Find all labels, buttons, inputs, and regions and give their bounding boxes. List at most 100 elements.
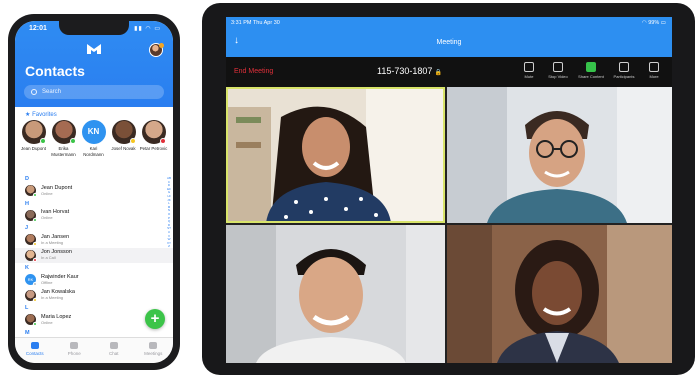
tablet-device: 3:31 PM Thu Apr 30 ◠ 99% ▭ ↓ Meeting End…: [202, 3, 695, 375]
contact-avatar: [25, 209, 37, 222]
add-contact-button[interactable]: +: [145, 309, 165, 329]
tab-phone[interactable]: Phone: [55, 338, 95, 363]
contact-row[interactable]: Jan Jansen In a Meeting: [15, 232, 173, 248]
section-letter: M: [25, 329, 30, 336]
tab-contacts[interactable]: Contacts: [15, 338, 55, 363]
favorite-contact[interactable]: KN Kari Nordmann: [79, 120, 108, 157]
phone-screen: 12:01 ▮▮ ◠ ▭ Contacts Search ★ Favorites…: [15, 21, 173, 363]
app-logo-icon: [87, 44, 101, 54]
contact-row[interactable]: Ivan Horvat Online: [15, 208, 173, 224]
presence-dot: [33, 282, 37, 287]
control-label: Mute: [524, 74, 534, 79]
contact-status: Online: [41, 319, 53, 325]
contact-text: Maria Lopez Online: [41, 314, 71, 326]
phone-notch: [59, 21, 129, 35]
mute-button[interactable]: Mute: [516, 62, 542, 79]
avatar: KN: [81, 120, 106, 144]
video-tile-participant-4[interactable]: [447, 225, 672, 363]
control-label: Participants: [613, 74, 635, 79]
presence-dot: [33, 242, 37, 247]
contact-initials: RK: [27, 277, 34, 283]
alphabet-letters[interactable]: ABCDEFGHIJKLMNOPQRSTUVWXYZ: [167, 176, 171, 249]
presence-dot: [33, 257, 37, 262]
presence-dot: [33, 297, 37, 302]
contact-avatar: [25, 314, 37, 327]
star-icon: ★: [25, 112, 31, 118]
more-button[interactable]: More: [641, 62, 667, 79]
battery-level: 99%: [648, 20, 660, 26]
end-meeting-button[interactable]: End Meeting: [234, 68, 273, 75]
section-letter: D: [25, 176, 29, 182]
participants-button[interactable]: Participants: [611, 62, 637, 79]
presence-dot: [33, 193, 37, 198]
status-icons: ▮▮ ◠ ▭: [134, 26, 161, 32]
avatar: [141, 120, 166, 144]
lock-icon: 🔒: [434, 70, 443, 76]
contacts-icon: [30, 342, 39, 349]
alphabet-index[interactable]: ABCDEFGHIJKLMNOPQRSTUVWXYZ: [167, 176, 171, 249]
contact-avatar: [25, 185, 37, 198]
contact-avatar: [25, 249, 37, 262]
bottom-tab-bar: Contacts Phone Chat Meetings: [15, 337, 173, 363]
stop-video-button[interactable]: Stop Video: [545, 62, 571, 79]
section-letter: J: [25, 225, 29, 231]
contact-name: Jan Jansen: [41, 233, 70, 240]
favorite-contact[interactable]: Jean Dupont: [19, 120, 48, 157]
video-tile-participant-3[interactable]: [226, 225, 445, 363]
tablet-time: 3:31 PM Thu Apr 30: [231, 20, 280, 26]
contact-status: In a Meeting: [41, 295, 64, 301]
video-tile-participant-1[interactable]: [226, 87, 445, 223]
favorite-contact[interactable]: Petar Petrovic: [139, 120, 168, 157]
section-letter: K: [25, 265, 29, 271]
meeting-title: Meeting: [436, 39, 462, 46]
contact-status: In a Meeting: [41, 239, 64, 245]
video-grid: [226, 87, 672, 363]
meeting-id: 115-730-1807 🔒: [377, 66, 442, 76]
phone-icon: [70, 342, 79, 349]
presence-dot: [33, 217, 37, 222]
favorite-name: Kari Nordmann: [83, 146, 104, 157]
contact-name: Rajwinder Kaur: [41, 273, 79, 280]
meeting-controls: End Meeting 115-730-1807 🔒 Mute Stop Vide…: [226, 57, 672, 87]
video-tile-participant-2[interactable]: [447, 87, 672, 223]
favorite-name: Jean Dupont: [21, 146, 46, 151]
meeting-nav-bar: ↓ Meeting: [226, 29, 672, 57]
presence-dot: [129, 138, 136, 144]
share-content-icon: [586, 62, 596, 72]
section-letter: H: [25, 200, 29, 207]
favorite-contact[interactable]: Josef Novak: [109, 120, 138, 157]
meetings-icon: [149, 342, 158, 349]
share-content-button[interactable]: Share Content: [578, 62, 604, 79]
phone-device: 12:01 ▮▮ ◠ ▭ Contacts Search ★ Favorites…: [8, 14, 180, 370]
meeting-id-text: 115-730-1807: [377, 66, 433, 76]
contact-status: In a Call: [41, 255, 56, 261]
contact-text: Jan Kowalska In a Meeting: [41, 289, 75, 301]
contact-text: Jan Jansen In a Meeting: [41, 234, 69, 246]
contact-row[interactable]: RK Rajwinder Kaur Offline: [15, 272, 173, 288]
avatar: [21, 120, 46, 144]
contact-row[interactable]: Jan Kowalska In a Meeting: [15, 288, 173, 304]
presence-dot: [39, 138, 46, 144]
tab-label: Meetings: [144, 351, 163, 356]
contact-row[interactable]: Jean Dupont Online: [15, 183, 173, 199]
contact-text: Ivan Horvat Online: [41, 209, 69, 221]
profile-avatar[interactable]: [149, 43, 164, 57]
favorites-header: ★ Favorites: [15, 107, 173, 120]
avatar: [111, 120, 136, 144]
contact-status: Offline: [41, 279, 53, 285]
contact-name: Maria Lopez: [41, 313, 72, 320]
contact-status: Online: [41, 190, 53, 196]
search-icon: [31, 89, 37, 95]
status-time: 12:01: [29, 25, 47, 32]
avatar: [51, 120, 76, 144]
contact-row[interactable]: Jon Jonsson In a Call: [15, 247, 173, 263]
tab-meetings[interactable]: Meetings: [134, 338, 174, 363]
contact-avatar: [25, 289, 37, 302]
control-label: More: [649, 74, 659, 79]
search-input[interactable]: Search: [24, 85, 164, 99]
tab-chat[interactable]: Chat: [94, 338, 134, 363]
favorite-contact[interactable]: Erika Mustermann: [49, 120, 78, 157]
favorites-label: Favorites: [32, 112, 57, 118]
more-icon: [649, 62, 659, 72]
control-label: Stop Video: [548, 74, 568, 79]
